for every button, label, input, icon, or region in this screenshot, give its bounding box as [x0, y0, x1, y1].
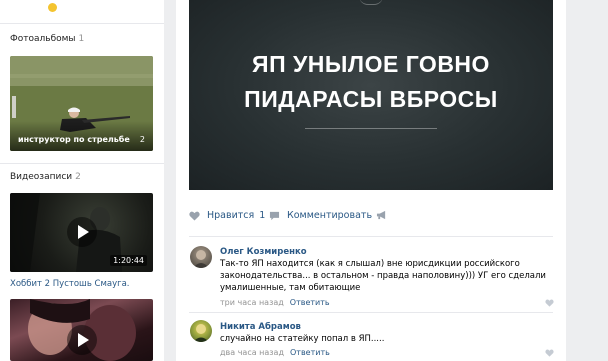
comment-like-icon[interactable] [545, 299, 554, 307]
play-icon[interactable] [67, 325, 97, 355]
videos-title: Видеозаписи [10, 172, 73, 182]
divider [189, 312, 553, 313]
video-thumbnail[interactable]: 1:20:44 [10, 193, 153, 272]
play-icon[interactable] [67, 217, 97, 247]
comment-text: случайно на статейку попал в ЯП..... [220, 333, 384, 345]
divider [0, 23, 164, 24]
comment-text-line: случайно на статейку попал в ЯП..... [220, 334, 385, 344]
comment-icon [269, 211, 280, 220]
divider [0, 163, 164, 164]
photo-albums-count: 1 [78, 34, 85, 44]
megaphone-icon [376, 210, 386, 220]
comment-text: Так-то ЯП находится (как я слышал) вне ю… [220, 258, 546, 294]
comment-button[interactable]: Комментировать [269, 210, 372, 221]
comment-label: Комментировать [287, 210, 373, 221]
left-sidebar: Фотоальбомы 1 инструктор по стрельбе 2 Ви… [0, 0, 164, 361]
photo-album-thumbnail[interactable]: инструктор по стрельбе 2 [10, 56, 153, 151]
photo-albums-header[interactable]: Фотоальбомы 1 [10, 34, 84, 44]
emoji-icon [48, 3, 57, 12]
avatar[interactable] [190, 246, 212, 268]
share-button[interactable] [376, 210, 394, 220]
like-button[interactable]: Нравится 1 [189, 210, 265, 221]
videos-header[interactable]: Видеозаписи 2 [10, 172, 81, 182]
like-count: 1 [259, 210, 266, 221]
comment-time[interactable]: два часа назад [220, 348, 284, 357]
comment-text-line: законодательства... в остальном - правда… [220, 271, 546, 281]
photo-albums-title: Фотоальбомы [10, 34, 76, 44]
post-image-text-line1: ЯП УНЫЛОЕ ГОВНО [252, 51, 490, 77]
comment-meta: три часа назад Ответить [220, 298, 330, 307]
reply-link[interactable]: Ответить [290, 348, 330, 357]
photo-album-count: 2 [139, 135, 145, 144]
photo-album-caption: инструктор по стрельбе [18, 135, 130, 144]
video-thumbnail[interactable] [10, 299, 153, 361]
comment-author[interactable]: Никита Абрамов [220, 322, 301, 332]
comment-text-line: умалишенные, там обитающие [220, 283, 361, 293]
videos-count: 2 [75, 172, 81, 182]
divider [189, 236, 553, 237]
logo-icon [359, 0, 383, 5]
post-image[interactable]: ЯП УНЫЛОЕ ГОВНО ПИДАРАСЫ ВБРОСЫ [189, 0, 553, 190]
comment-time[interactable]: три часа назад [220, 298, 284, 307]
image-rule [305, 128, 437, 129]
comment-author[interactable]: Олег Козмиренко [220, 247, 307, 257]
video-title-link[interactable]: Хоббит 2 Пустошь Смауга. [10, 279, 130, 289]
reply-link[interactable]: Ответить [290, 298, 330, 307]
post-image-text-line2: ПИДАРАСЫ ВБРОСЫ [244, 86, 498, 112]
heart-icon [189, 211, 200, 221]
comment-text-line: Так-то ЯП находится (как я слышал) вне ю… [220, 259, 520, 269]
video-duration: 1:20:44 [110, 255, 147, 266]
avatar[interactable] [190, 320, 212, 342]
like-label: Нравится [207, 210, 255, 221]
comment-meta: два часа назад Ответить [220, 348, 330, 357]
comment-like-icon[interactable] [545, 349, 554, 357]
